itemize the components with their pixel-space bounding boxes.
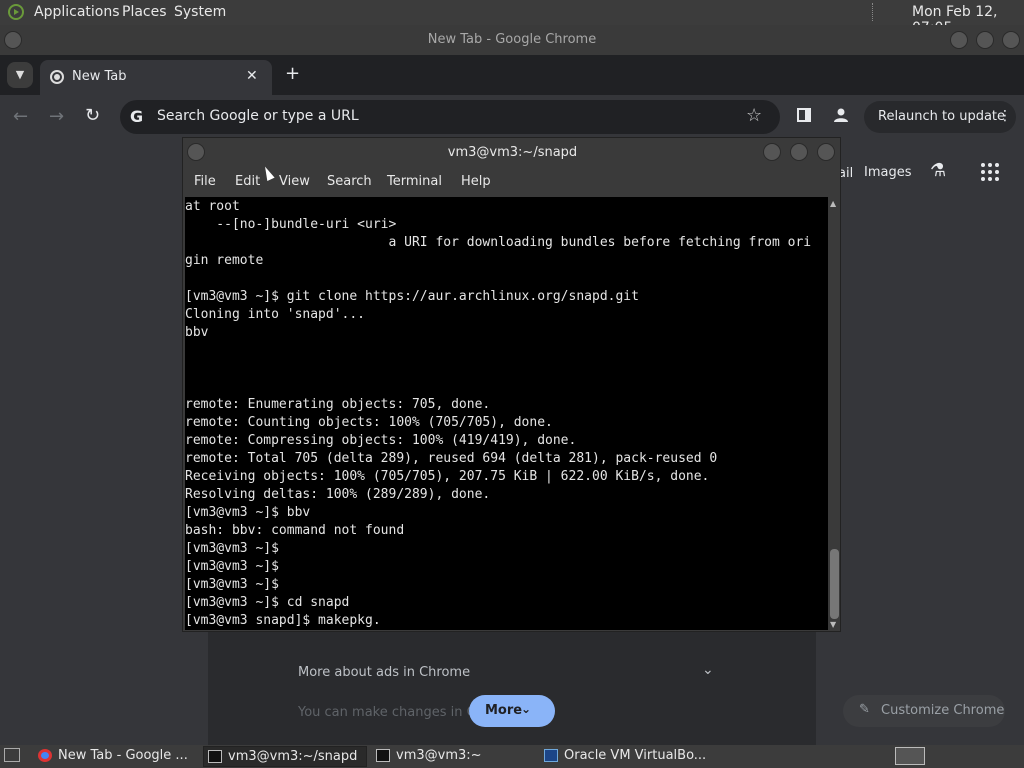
chevron-down-icon: ⌄	[521, 702, 532, 716]
terminal-menu-file[interactable]: File	[194, 174, 216, 189]
more-label: More	[485, 703, 523, 718]
task-label: vm3@vm3:~/snapd	[228, 749, 358, 764]
terminal-output[interactable]: at root --[no-]bundle-uri <uri> a URI fo…	[185, 197, 828, 630]
terminal-menu-view[interactable]: View	[279, 174, 310, 189]
tab-search-chevron-icon[interactable]: ▼	[7, 62, 33, 88]
terminal-menubar: File Edit View Search Terminal Help	[183, 168, 840, 196]
menu-applications[interactable]: Applications	[34, 4, 120, 20]
chrome-icon	[38, 749, 52, 762]
omnibox[interactable]: G Search Google or type a URL ☆	[120, 100, 780, 134]
back-arrow-icon[interactable]: ←	[13, 106, 28, 127]
workspace-switcher[interactable]	[895, 747, 925, 765]
menu-places[interactable]: Places	[122, 4, 167, 20]
relaunch-label: Relaunch to update	[878, 109, 1006, 124]
ad-more-about-text[interactable]: More about ads in Chrome	[298, 665, 470, 680]
task-label: New Tab - Google ...	[58, 748, 188, 763]
bottom-taskbar: New Tab - Google ... vm3@vm3:~/snapd vm3…	[0, 745, 1024, 768]
task-label: Oracle VM VirtualBo...	[564, 748, 707, 763]
images-link[interactable]: Images	[864, 165, 912, 180]
terminal-menu-edit[interactable]: Edit	[235, 174, 260, 189]
tab-strip: ▼ New Tab ✕ +	[0, 55, 1024, 95]
side-panel-icon[interactable]	[797, 108, 811, 122]
terminal-minimize-button[interactable]	[763, 143, 781, 161]
google-apps-grid-icon[interactable]	[980, 162, 1000, 182]
profile-icon[interactable]	[833, 107, 849, 123]
tab-close-icon[interactable]: ✕	[246, 68, 258, 84]
kebab-menu-icon[interactable]: ⋮	[998, 108, 1012, 124]
terminal-close-button[interactable]	[817, 143, 835, 161]
maximize-button[interactable]	[976, 31, 994, 49]
terminal-scrollbar[interactable]: ▲ ▼	[829, 197, 840, 630]
forward-arrow-icon[interactable]: →	[49, 106, 64, 127]
top-panel: Applications Places System Mon Feb 12, 0…	[0, 0, 1024, 36]
expand-chevron-icon[interactable]: ⌄	[702, 662, 714, 678]
customize-label: Customize Chrome	[881, 703, 1005, 718]
labs-flask-icon[interactable]: ⚗	[930, 160, 946, 181]
relaunch-to-update-button[interactable]: Relaunch to update ⋮	[864, 101, 1016, 133]
terminal-icon	[376, 749, 390, 762]
terminal-title: vm3@vm3:~/snapd	[447, 145, 578, 160]
distro-logo-icon[interactable]	[8, 4, 24, 20]
terminal-menu-search[interactable]: Search	[327, 174, 372, 189]
new-tab-plus-icon[interactable]: +	[285, 63, 300, 84]
bookmark-star-icon[interactable]: ☆	[746, 105, 762, 126]
terminal-text: at root --[no-]bundle-uri <uri> a URI fo…	[185, 199, 812, 628]
scroll-up-arrow-icon[interactable]: ▲	[830, 199, 836, 208]
chrome-icon	[50, 70, 64, 84]
ad-change-text: You can make changes in Chro	[298, 705, 497, 720]
tab-new-tab[interactable]: New Tab ✕	[40, 60, 272, 95]
virtualbox-icon	[544, 749, 558, 762]
chrome-titlebar[interactable]: New Tab - Google Chrome	[0, 25, 1024, 55]
panel-separator	[872, 3, 874, 21]
reload-icon[interactable]: ↻	[85, 105, 100, 126]
terminal-window[interactable]: vm3@vm3:~/snapd File Edit View Search Te…	[182, 137, 841, 632]
tab-title: New Tab	[72, 69, 127, 84]
more-button[interactable]: More ⌄	[469, 695, 555, 727]
task-label: vm3@vm3:~	[396, 748, 482, 763]
task-chrome[interactable]: New Tab - Google ...	[34, 746, 196, 767]
task-terminal-home[interactable]: vm3@vm3:~	[372, 746, 534, 767]
chrome-window-title: New Tab - Google Chrome	[427, 32, 597, 47]
customize-chrome-button[interactable]: ✎ Customize Chrome	[843, 695, 1005, 727]
scrollbar-thumb[interactable]	[830, 549, 839, 619]
task-virtualbox[interactable]: Oracle VM VirtualBo...	[540, 746, 708, 767]
scroll-down-arrow-icon[interactable]: ▼	[830, 620, 836, 629]
pencil-icon: ✎	[859, 702, 870, 717]
terminal-maximize-button[interactable]	[790, 143, 808, 161]
omnibox-placeholder[interactable]: Search Google or type a URL	[157, 108, 359, 124]
menu-system[interactable]: System	[174, 4, 226, 20]
terminal-menu-help[interactable]: Help	[461, 174, 491, 189]
show-desktop-icon[interactable]	[4, 748, 20, 762]
minimize-button[interactable]	[950, 31, 968, 49]
close-window-button[interactable]	[1002, 31, 1020, 49]
terminal-menu-terminal[interactable]: Terminal	[387, 174, 442, 189]
terminal-icon	[208, 750, 222, 763]
task-terminal-snapd[interactable]: vm3@vm3:~/snapd	[203, 746, 367, 767]
google-g-icon: G	[130, 107, 144, 126]
chrome-toolbar: ← → ↻ G Search Google or type a URL ☆ Re…	[0, 95, 1024, 140]
